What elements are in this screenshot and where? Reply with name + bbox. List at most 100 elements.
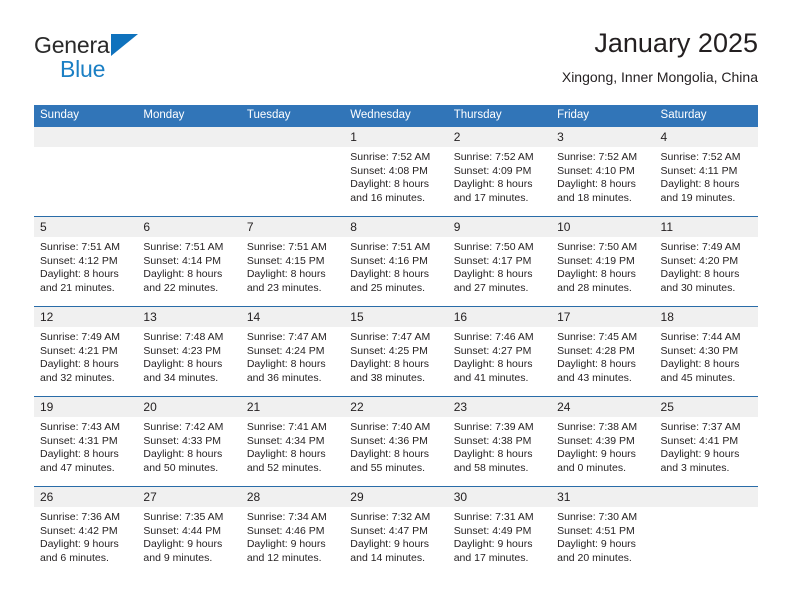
day-number <box>654 487 758 507</box>
generalblue-logo[interactable]: General Blue <box>34 32 214 88</box>
day-number: 5 <box>34 217 138 237</box>
sunset-text: Sunset: 4:10 PM <box>557 164 635 177</box>
sunset-text: Sunset: 4:28 PM <box>557 344 635 357</box>
day-details: Sunrise: 7:39 AM Sunset: 4:38 PM Daylight:… <box>448 417 551 475</box>
sunrise-text: Sunrise: 7:40 AM <box>350 421 431 433</box>
calendar-day-cell[interactable]: 26 Sunrise: 7:36 AM Sunset: 4:42 PM Dayligh… <box>34 486 138 576</box>
day-number <box>137 127 241 147</box>
calendar-day-cell[interactable]: 28 Sunrise: 7:34 AM Sunset: 4:46 PM Dayligh… <box>240 486 345 576</box>
calendar-day-cell[interactable]: 15 Sunrise: 7:47 AM Sunset: 4:25 PM Dayligh… <box>344 306 448 397</box>
day-number: 1 <box>344 127 448 147</box>
calendar-day-cell[interactable]: 17 Sunrise: 7:45 AM Sunset: 4:28 PM Dayligh… <box>551 306 655 397</box>
calendar-day-cell[interactable]: 2 Sunrise: 7:52 AM Sunset: 4:09 PM Daylight… <box>447 127 552 217</box>
calendar-week-row: 12 Sunrise: 7:49 AM Sunset: 4:21 PM Dayligh… <box>34 306 758 397</box>
sunrise-text: Sunrise: 7:52 AM <box>660 151 741 163</box>
daylight-text-cont: and 50 minutes. <box>143 461 219 474</box>
calendar-day-cell[interactable]: 3 Sunrise: 7:52 AM Sunset: 4:10 PM Daylight… <box>551 127 655 217</box>
calendar-day-cell[interactable]: 19 Sunrise: 7:43 AM Sunset: 4:31 PM Dayligh… <box>34 396 138 487</box>
calendar-day-cell[interactable]: 20 Sunrise: 7:42 AM Sunset: 4:33 PM Dayligh… <box>137 396 241 487</box>
daylight-text-cont: and 36 minutes. <box>246 371 322 384</box>
sunrise-text: Sunrise: 7:45 AM <box>557 331 638 343</box>
calendar-day-cell[interactable]: 31 Sunrise: 7:30 AM Sunset: 4:51 PM Dayligh… <box>551 486 655 576</box>
day-details: Sunrise: 7:42 AM Sunset: 4:33 PM Daylight:… <box>137 417 240 475</box>
daylight-text-cont: and 52 minutes. <box>246 461 322 474</box>
sunrise-text: Sunrise: 7:49 AM <box>40 331 120 343</box>
daylight-text: Daylight: 8 hours <box>453 268 533 281</box>
daylight-text: Daylight: 8 hours <box>143 358 223 371</box>
calendar-week-row: 26 Sunrise: 7:36 AM Sunset: 4:42 PM Dayligh… <box>34 486 758 576</box>
calendar-day-cell[interactable]: 23 Sunrise: 7:39 AM Sunset: 4:38 PM Dayligh… <box>447 396 552 487</box>
calendar-day-cell[interactable]: 21 Sunrise: 7:41 AM Sunset: 4:34 PM Dayligh… <box>240 396 345 487</box>
daylight-text: Daylight: 8 hours <box>40 268 119 281</box>
calendar-page: General Blue January 2025 Xingong, Inner… <box>0 0 792 612</box>
calendar-day-cell[interactable]: 22 Sunrise: 7:40 AM Sunset: 4:36 PM Dayligh… <box>344 396 448 487</box>
daylight-text-cont: and 23 minutes. <box>246 281 322 294</box>
calendar-day-cell[interactable]: 14 Sunrise: 7:47 AM Sunset: 4:24 PM Dayligh… <box>240 306 345 397</box>
day-details: Sunrise: 7:30 AM Sunset: 4:51 PM Daylight:… <box>551 507 654 565</box>
calendar-day-cell[interactable]: 18 Sunrise: 7:44 AM Sunset: 4:30 PM Dayligh… <box>654 306 758 397</box>
sunrise-text: Sunrise: 7:49 AM <box>660 241 741 253</box>
calendar-day-cell[interactable]: 30 Sunrise: 7:31 AM Sunset: 4:49 PM Dayligh… <box>447 486 552 576</box>
sunrise-text: Sunrise: 7:42 AM <box>143 421 224 433</box>
day-details <box>137 147 240 151</box>
day-number: 15 <box>344 307 448 327</box>
daylight-text: Daylight: 8 hours <box>40 448 119 461</box>
calendar-day-cell[interactable]: 6 Sunrise: 7:51 AM Sunset: 4:14 PM Daylight… <box>137 216 241 307</box>
daylight-text: Daylight: 9 hours <box>350 538 430 551</box>
day-details: Sunrise: 7:45 AM Sunset: 4:28 PM Daylight:… <box>551 327 654 385</box>
day-number: 23 <box>447 397 552 417</box>
day-details: Sunrise: 7:35 AM Sunset: 4:44 PM Daylight:… <box>137 507 240 565</box>
calendar-day-cell[interactable]: 7 Sunrise: 7:51 AM Sunset: 4:15 PM Daylight… <box>240 216 345 307</box>
daylight-text-cont: and 3 minutes. <box>660 461 730 474</box>
day-details: Sunrise: 7:49 AM Sunset: 4:20 PM Daylight:… <box>655 237 758 295</box>
day-details: Sunrise: 7:36 AM Sunset: 4:42 PM Daylight:… <box>34 507 137 565</box>
calendar-week-row: 1 Sunrise: 7:52 AM Sunset: 4:08 PM Daylight… <box>34 127 758 217</box>
calendar-day-cell[interactable]: 4 Sunrise: 7:52 AM Sunset: 4:11 PM Daylight… <box>654 127 758 217</box>
sunset-text: Sunset: 4:31 PM <box>40 434 118 447</box>
sunset-text: Sunset: 4:47 PM <box>350 524 428 537</box>
sunrise-text: Sunrise: 7:48 AM <box>143 331 224 343</box>
calendar-day-cell[interactable]: 11 Sunrise: 7:49 AM Sunset: 4:20 PM Dayligh… <box>654 216 758 307</box>
sunset-text: Sunset: 4:44 PM <box>143 524 222 537</box>
calendar-day-cell[interactable]: 12 Sunrise: 7:49 AM Sunset: 4:21 PM Dayligh… <box>34 306 138 397</box>
daylight-text: Daylight: 8 hours <box>453 178 533 191</box>
calendar-day-cell[interactable]: 8 Sunrise: 7:51 AM Sunset: 4:16 PM Daylight… <box>344 216 448 307</box>
day-number: 16 <box>447 307 552 327</box>
sunrise-text: Sunrise: 7:52 AM <box>453 151 534 163</box>
weekday-header-tuesday: Tuesday <box>240 105 345 127</box>
calendar-day-cell[interactable]: 29 Sunrise: 7:32 AM Sunset: 4:47 PM Dayligh… <box>344 486 448 576</box>
day-number: 14 <box>240 307 345 327</box>
calendar-day-cell[interactable]: 25 Sunrise: 7:37 AM Sunset: 4:41 PM Dayligh… <box>654 396 758 487</box>
day-number <box>240 127 345 147</box>
day-details: Sunrise: 7:37 AM Sunset: 4:41 PM Daylight:… <box>655 417 758 475</box>
daylight-text-cont: and 28 minutes. <box>557 281 632 294</box>
sunset-text: Sunset: 4:08 PM <box>350 164 428 177</box>
calendar-day-cell[interactable]: 9 Sunrise: 7:50 AM Sunset: 4:17 PM Daylight… <box>447 216 552 307</box>
day-number: 11 <box>654 217 758 237</box>
day-details: Sunrise: 7:52 AM Sunset: 4:09 PM Daylight:… <box>448 147 551 205</box>
calendar-day-cell[interactable]: 16 Sunrise: 7:46 AM Sunset: 4:27 PM Dayligh… <box>447 306 552 397</box>
calendar-day-cell[interactable]: 27 Sunrise: 7:35 AM Sunset: 4:44 PM Dayligh… <box>137 486 241 576</box>
day-details: Sunrise: 7:50 AM Sunset: 4:17 PM Daylight:… <box>448 237 551 295</box>
day-number: 13 <box>137 307 241 327</box>
day-number: 10 <box>551 217 655 237</box>
day-number: 6 <box>137 217 241 237</box>
daylight-text-cont: and 43 minutes. <box>557 371 632 384</box>
daylight-text: Daylight: 8 hours <box>660 268 740 281</box>
sunset-text: Sunset: 4:39 PM <box>557 434 635 447</box>
calendar-day-cell[interactable]: 1 Sunrise: 7:52 AM Sunset: 4:08 PM Daylight… <box>344 127 448 217</box>
calendar-day-cell[interactable]: 24 Sunrise: 7:38 AM Sunset: 4:39 PM Dayligh… <box>551 396 655 487</box>
daylight-text: Daylight: 8 hours <box>143 448 223 461</box>
day-number: 27 <box>137 487 241 507</box>
calendar-day-cell[interactable]: 5 Sunrise: 7:51 AM Sunset: 4:12 PM Daylight… <box>34 216 138 307</box>
sunset-text: Sunset: 4:30 PM <box>660 344 739 357</box>
calendar-day-cell[interactable]: 10 Sunrise: 7:50 AM Sunset: 4:19 PM Dayligh… <box>551 216 655 307</box>
sunset-text: Sunset: 4:17 PM <box>453 254 532 267</box>
day-details: Sunrise: 7:43 AM Sunset: 4:31 PM Daylight:… <box>34 417 137 475</box>
daylight-text: Daylight: 9 hours <box>557 448 636 461</box>
day-details: Sunrise: 7:51 AM Sunset: 4:15 PM Daylight:… <box>241 237 344 295</box>
calendar-day-cell[interactable]: 13 Sunrise: 7:48 AM Sunset: 4:23 PM Dayligh… <box>137 306 241 397</box>
daylight-text: Daylight: 8 hours <box>453 358 533 371</box>
calendar-week-row: 19 Sunrise: 7:43 AM Sunset: 4:31 PM Dayligh… <box>34 396 758 487</box>
sunset-text: Sunset: 4:25 PM <box>350 344 428 357</box>
